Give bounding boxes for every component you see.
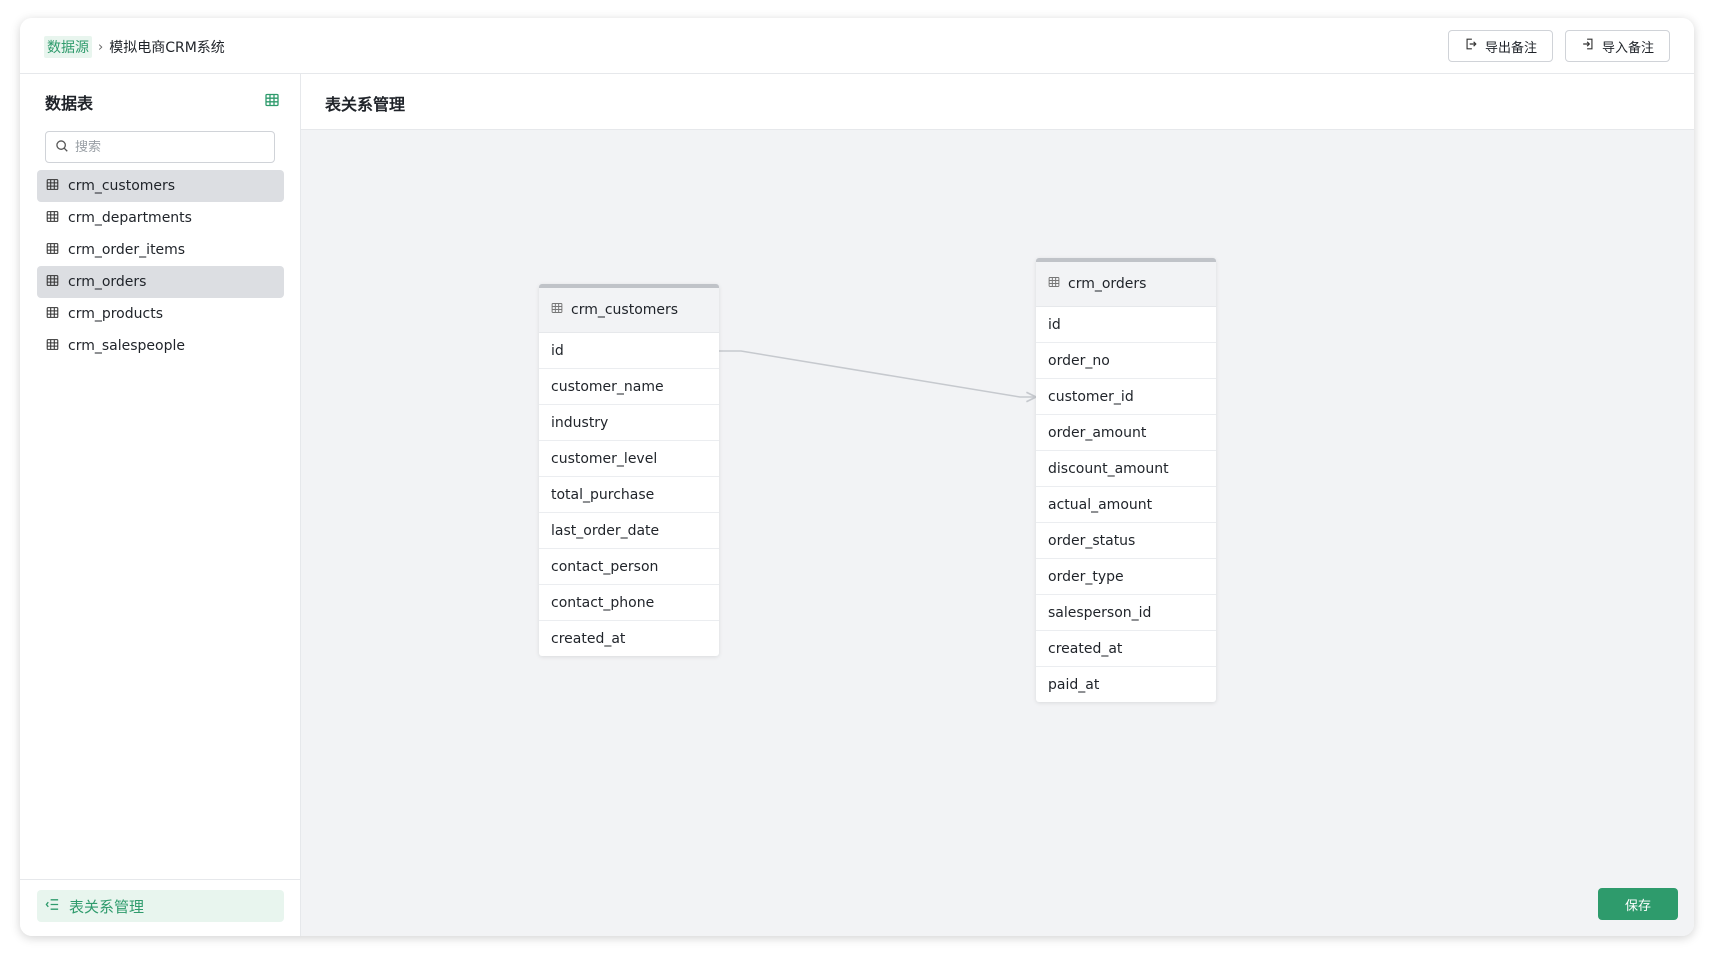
- main-header: 表关系管理: [301, 74, 1694, 130]
- save-button[interactable]: 保存: [1598, 888, 1678, 920]
- table-icon: [46, 210, 59, 227]
- er-field[interactable]: actual_amount: [1036, 487, 1216, 523]
- sidebar-item-crm_salespeople[interactable]: crm_salespeople: [37, 330, 284, 362]
- main-panel: 表关系管理 crm_customers id customer_name indust…: [301, 74, 1694, 936]
- search-icon: [55, 138, 69, 157]
- er-field[interactable]: customer_name: [539, 369, 719, 405]
- export-notes-button[interactable]: 导出备注: [1447, 30, 1553, 62]
- er-table-crm_orders[interactable]: crm_ordersid order_no customer_id order_amo…: [1036, 258, 1216, 702]
- table-icon: [46, 242, 59, 259]
- sidebar-header: 数据表: [45, 90, 280, 114]
- export-icon: [1464, 37, 1478, 55]
- table-icon: [1048, 276, 1060, 292]
- sidebar-item-crm_products[interactable]: crm_products: [37, 298, 284, 330]
- breadcrumb: 数据源 › 模拟电商CRM系统: [44, 36, 225, 58]
- chevron-right-icon: ›: [98, 39, 104, 55]
- sidebar-item-label: crm_orders: [68, 274, 147, 290]
- sidebar-item-label: crm_order_items: [68, 242, 186, 258]
- er-field[interactable]: industry: [539, 405, 719, 441]
- sidebar-title: 数据表: [45, 94, 94, 113]
- er-field[interactable]: order_type: [1036, 559, 1216, 595]
- relation-list-icon: [45, 897, 60, 916]
- sidebar-item-label: crm_departments: [68, 210, 192, 226]
- sidebar-item-crm_orders[interactable]: crm_orders: [37, 266, 284, 298]
- page-title: 表关系管理: [325, 95, 406, 114]
- relation-management-label: 表关系管理: [69, 897, 145, 916]
- relation-management-button[interactable]: 表关系管理: [37, 890, 284, 922]
- import-notes-button[interactable]: 导入备注: [1564, 30, 1670, 62]
- search-input[interactable]: [75, 139, 255, 155]
- er-field[interactable]: order_amount: [1036, 415, 1216, 451]
- er-field[interactable]: salesperson_id: [1036, 595, 1216, 631]
- sidebar-item-crm_customers[interactable]: crm_customers: [37, 170, 284, 202]
- export-notes-label: 导出备注: [1484, 40, 1537, 56]
- sidebar-item-crm_order_items[interactable]: crm_order_items: [37, 234, 284, 266]
- relation-links: [719, 350, 1694, 936]
- er-field[interactable]: created_at: [1036, 631, 1216, 667]
- er-field[interactable]: id: [539, 333, 719, 369]
- er-canvas[interactable]: crm_customers id customer_name industry cust…: [301, 130, 1694, 936]
- er-field[interactable]: order_no: [1036, 343, 1216, 379]
- sidebar: 数据表 crm_customers crm_departments crm_orde…: [20, 74, 301, 936]
- top-actions: 导出备注 导入备注: [1447, 30, 1670, 62]
- import-icon: [1581, 37, 1595, 55]
- er-field[interactable]: created_at: [539, 621, 719, 656]
- er-field[interactable]: total_purchase: [539, 477, 719, 513]
- sidebar-item-label: crm_products: [68, 306, 163, 322]
- app-window: 数据源 › 模拟电商CRM系统 导出备注 导入备注 数据表 搜索 crm_cus…: [20, 18, 1694, 936]
- table-icon: [46, 306, 59, 323]
- er-field[interactable]: customer_level: [539, 441, 719, 477]
- sidebar-item-crm_departments[interactable]: crm_departments: [37, 202, 284, 234]
- table-icon: [46, 274, 59, 291]
- er-table-crm_customers[interactable]: crm_customersid customer_name industry cust…: [539, 284, 719, 656]
- sidebar-item-label: crm_salespeople: [68, 338, 185, 354]
- er-table-name: crm_customers: [571, 302, 679, 318]
- er-table-header[interactable]: crm_customers: [539, 288, 719, 333]
- sidebar-item-label: crm_customers: [68, 178, 176, 194]
- er-field[interactable]: order_status: [1036, 523, 1216, 559]
- er-field[interactable]: id: [1036, 307, 1216, 343]
- er-field[interactable]: contact_person: [539, 549, 719, 585]
- table-view-icon[interactable]: [264, 92, 280, 112]
- breadcrumb-current: 模拟电商CRM系统: [109, 40, 225, 56]
- er-table-name: crm_orders: [1068, 276, 1147, 292]
- table-icon: [551, 302, 563, 318]
- relation-line[interactable]: [719, 350, 1036, 397]
- er-field[interactable]: contact_phone: [539, 585, 719, 621]
- er-field[interactable]: paid_at: [1036, 667, 1216, 702]
- table-icon: [46, 178, 59, 195]
- er-field[interactable]: discount_amount: [1036, 451, 1216, 487]
- er-field[interactable]: last_order_date: [539, 513, 719, 549]
- er-field[interactable]: customer_id: [1036, 379, 1216, 415]
- table-list: crm_customers crm_departments crm_order_it…: [37, 170, 284, 362]
- er-table-header[interactable]: crm_orders: [1036, 262, 1216, 307]
- import-notes-label: 导入备注: [1601, 40, 1654, 56]
- breadcrumb-datasource-link[interactable]: 数据源: [44, 36, 92, 58]
- sidebar-footer: 表关系管理: [20, 879, 300, 936]
- table-search: [45, 131, 275, 163]
- top-bar: 数据源 › 模拟电商CRM系统 导出备注 导入备注: [20, 18, 1694, 74]
- table-icon: [46, 338, 59, 355]
